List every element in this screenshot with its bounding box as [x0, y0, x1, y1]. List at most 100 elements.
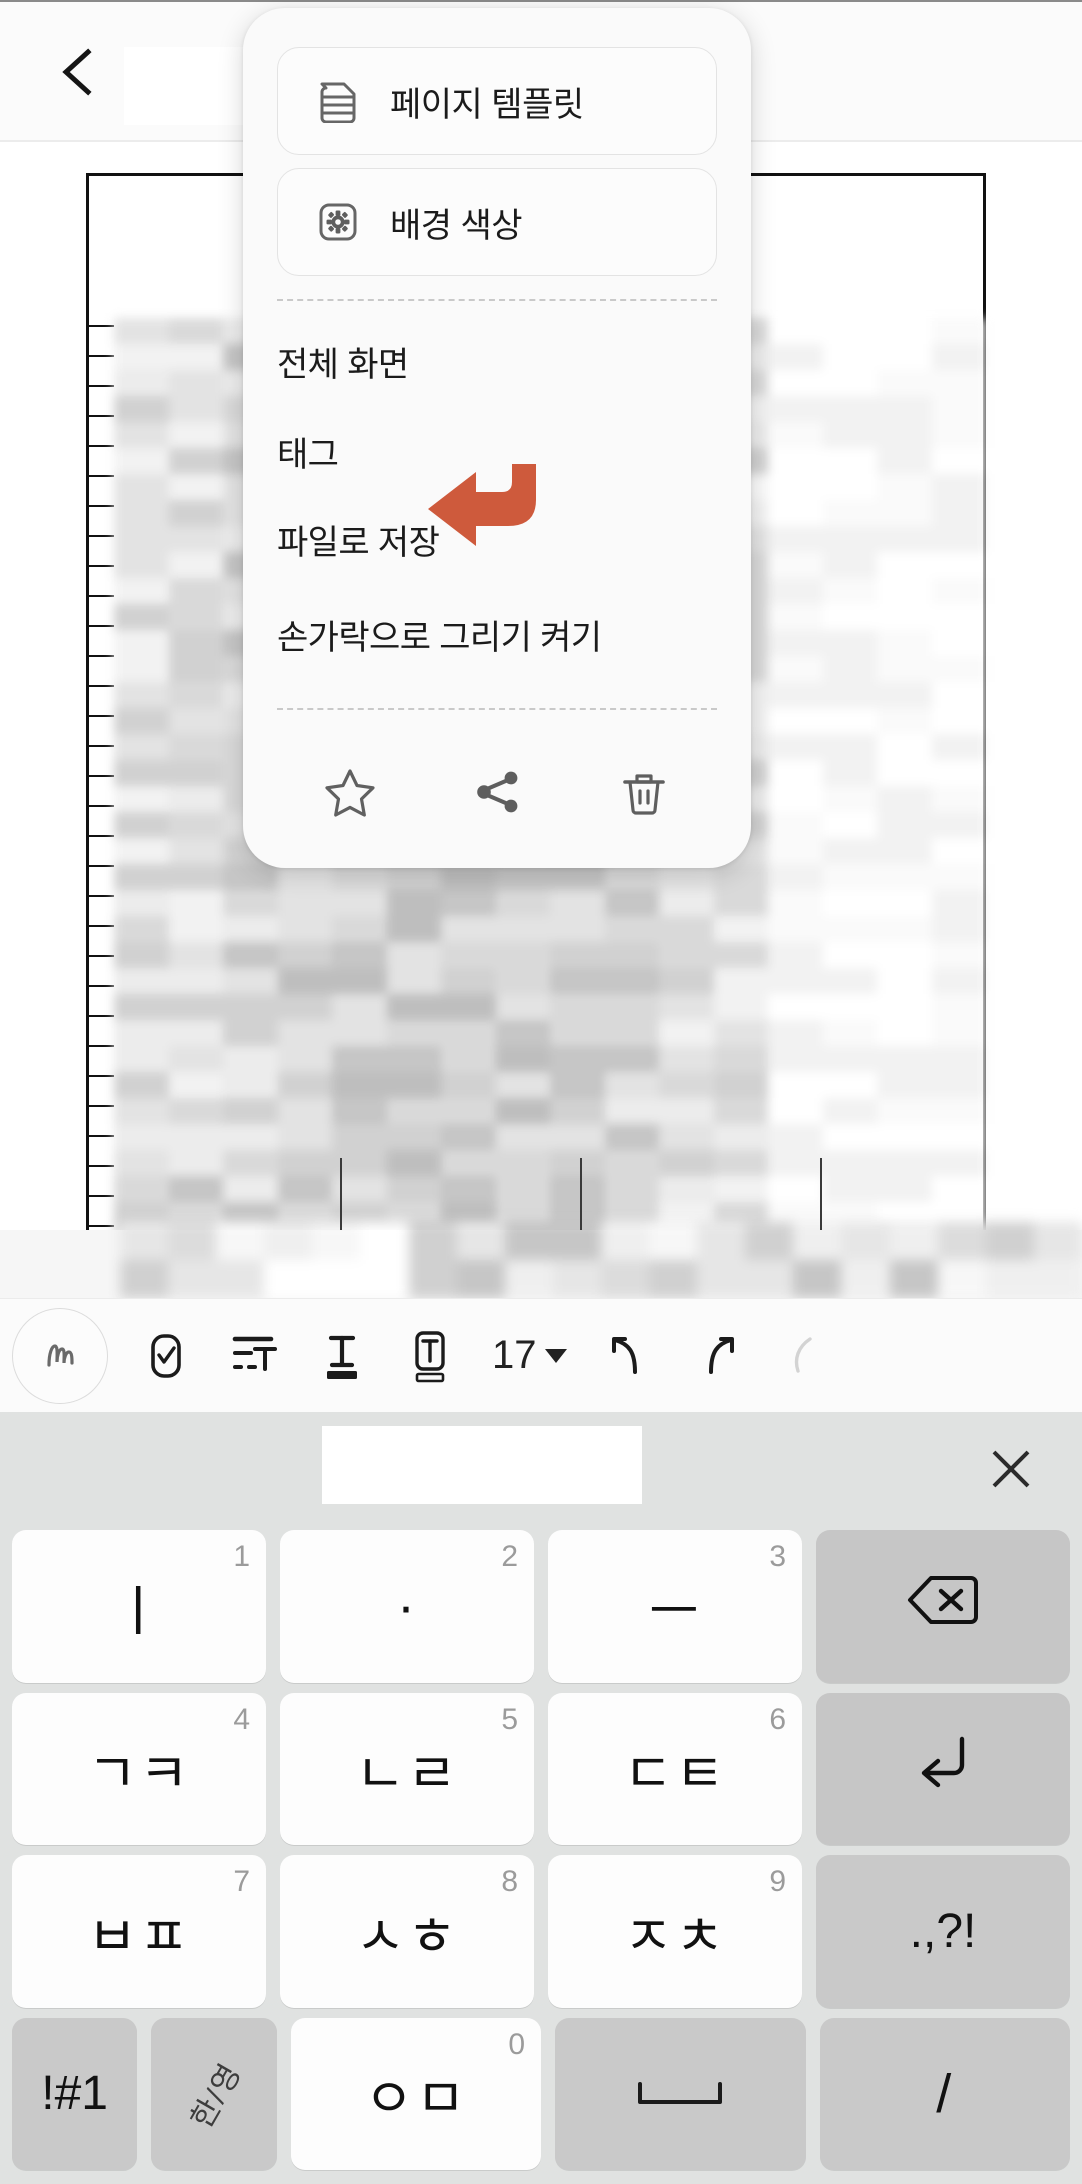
redacted-pixel — [495, 1124, 550, 1150]
share-icon[interactable] — [462, 757, 532, 827]
back-button[interactable] — [52, 44, 108, 100]
redacted-pixel — [168, 1072, 223, 1098]
key-char-1[interactable]: ㅅㅎ 8 — [280, 1855, 534, 2008]
text-highlight-icon[interactable] — [386, 1312, 474, 1400]
table-row-line — [86, 505, 114, 507]
key-lang[interactable]: 한/영 — [151, 2017, 277, 2170]
redacted-pixel — [114, 422, 169, 448]
key-char-2[interactable]: ㄷㅌ 6 — [548, 1692, 802, 1845]
table-row-line — [86, 1105, 114, 1107]
redacted-pixel — [604, 942, 659, 968]
redacted-pixel — [386, 1124, 441, 1150]
redacted-pixel — [822, 812, 877, 838]
menu-item-tag[interactable]: 태그 — [277, 423, 717, 479]
menu-card-page-template[interactable]: 페이지 템플릿 — [277, 47, 717, 155]
redacted-pixel — [713, 1020, 768, 1046]
key-enter[interactable] — [816, 1692, 1070, 1845]
redacted-pixel — [168, 916, 223, 942]
key-number-label: 1 — [233, 1540, 250, 1573]
redo-icon[interactable] — [673, 1312, 761, 1400]
redacted-pixel — [550, 1150, 605, 1176]
handwriting-pen-icon[interactable] — [12, 1307, 108, 1404]
key-char-0[interactable]: ㄱㅋ 4 — [12, 1692, 266, 1845]
redacted-pixel — [168, 1124, 223, 1150]
redacted-pixel — [822, 734, 877, 760]
redacted-pixel — [114, 786, 169, 812]
redacted-pixel — [768, 630, 823, 656]
close-icon[interactable] — [982, 1440, 1040, 1498]
checklist-icon[interactable] — [122, 1312, 210, 1400]
redacted-pixel — [441, 1176, 496, 1202]
table-row-line — [86, 895, 114, 897]
redacted-pixel — [713, 1046, 768, 1072]
menu-item-save-as-file[interactable]: 파일로 저장 — [277, 511, 717, 567]
menu-action-row — [277, 752, 717, 832]
redacted-pixel — [114, 994, 169, 1020]
redacted-pixel — [822, 396, 877, 422]
eraser-icon[interactable] — [761, 1312, 849, 1400]
key-char-1[interactable]: · 2 — [280, 1530, 534, 1683]
text-color-icon[interactable] — [298, 1312, 386, 1400]
redacted-pixel — [877, 812, 932, 838]
key-slash[interactable]: / — [819, 2017, 1070, 2170]
menu-divider — [277, 708, 717, 710]
key-char-2[interactable]: ㅈㅊ 9 — [548, 1855, 802, 2008]
redacted-pixel — [931, 552, 986, 578]
redacted-pixel — [277, 968, 332, 994]
redacted-pixel — [550, 916, 605, 942]
redacted-pixel — [931, 812, 986, 838]
redacted-pixel — [931, 682, 986, 708]
redacted-pixel — [877, 682, 932, 708]
table-row-line — [86, 865, 114, 867]
redacted-pixel — [223, 942, 278, 968]
redacted-pixel — [168, 734, 223, 760]
redacted-pixel — [822, 942, 877, 968]
key-char-1[interactable]: ㄴㄹ 5 — [280, 1692, 534, 1845]
redacted-pixel — [931, 916, 986, 942]
redacted-pixel — [386, 1072, 441, 1098]
format-toolbar: 17 — [0, 1298, 1082, 1412]
key-symbols[interactable]: !#1 — [12, 2017, 138, 2170]
redacted-pixel — [168, 1150, 223, 1176]
redacted-pixel — [386, 1150, 441, 1176]
paragraph-style-icon[interactable] — [210, 1312, 298, 1400]
trash-icon[interactable] — [609, 757, 679, 827]
key-punct[interactable]: .,?! — [816, 1855, 1070, 2008]
menu-card-background-color[interactable]: 배경 색상 — [277, 168, 717, 276]
key-char-2[interactable]: ㅇㅁ 0 — [290, 2017, 541, 2170]
redacted-pixel — [713, 890, 768, 916]
star-icon[interactable] — [315, 757, 385, 827]
redacted-pixel — [264, 1260, 313, 1298]
redacted-pixel — [931, 422, 986, 448]
redacted-pixel — [168, 1260, 217, 1298]
suggestion-chip[interactable] — [322, 1426, 642, 1504]
redacted-pixel — [768, 942, 823, 968]
menu-card-label: 배경 색상 — [390, 206, 523, 245]
key-backspace[interactable] — [816, 1530, 1070, 1683]
redacted-pixel — [649, 1222, 698, 1260]
redacted-pixel — [441, 890, 496, 916]
redacted-pixel — [768, 838, 823, 864]
redacted-pixel — [822, 838, 877, 864]
redacted-pixel — [713, 994, 768, 1020]
redacted-pixel — [114, 760, 169, 786]
redacted-pixel — [223, 1150, 278, 1176]
redacted-pixel — [223, 1072, 278, 1098]
redacted-pixel — [168, 448, 223, 474]
redacted-pixel — [168, 474, 223, 500]
menu-item-fullscreen[interactable]: 전체 화면 — [277, 333, 717, 389]
redacted-pixel — [120, 1222, 169, 1260]
menu-item-finger-draw-on[interactable]: 손가락으로 그리기 켜기 — [277, 606, 717, 662]
redacted-pixel — [877, 552, 932, 578]
key-char-0[interactable]: ㅂㅍ 7 — [12, 1855, 266, 2008]
undo-icon[interactable] — [585, 1312, 673, 1400]
key-char-2[interactable]: ㅡ3 — [548, 1530, 802, 1683]
key-space[interactable] — [555, 2017, 806, 2170]
redacted-pixel — [659, 1124, 714, 1150]
redacted-pixel — [114, 396, 169, 422]
redacted-pixel — [768, 370, 823, 396]
key-char-0[interactable]: ㅣ1 — [12, 1530, 266, 1683]
key-label: 한/영 — [185, 2057, 249, 2134]
redacted-pixel — [931, 864, 986, 890]
font-size-selector[interactable]: 17 — [492, 1333, 567, 1378]
